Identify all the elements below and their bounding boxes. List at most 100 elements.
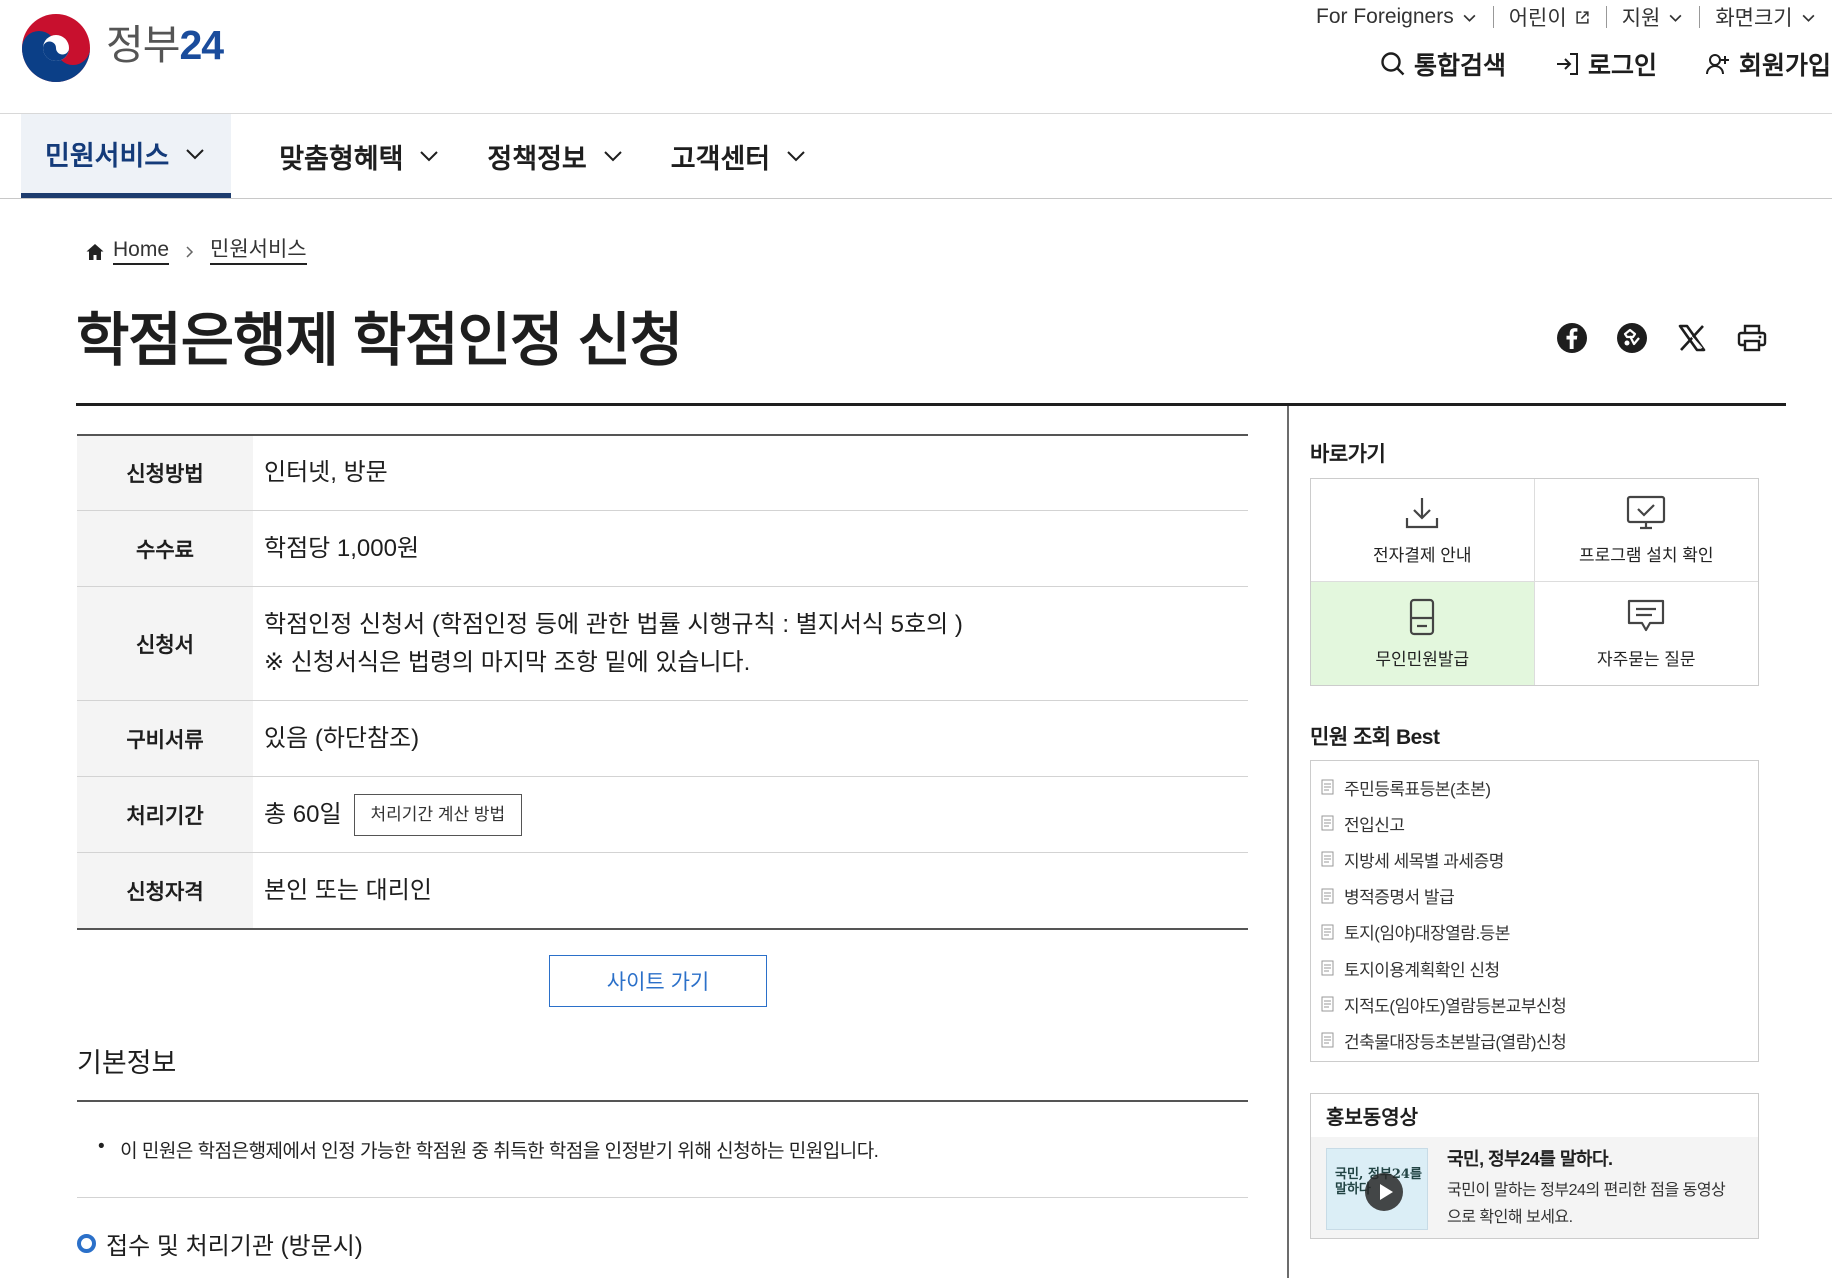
chevron-down-icon bbox=[1802, 14, 1815, 22]
screen-size-menu[interactable]: 화면크기 bbox=[1699, 2, 1815, 32]
quick-faq[interactable]: 자주묻는 질문 bbox=[1535, 582, 1759, 685]
document-icon bbox=[1321, 888, 1334, 904]
nav-custom-benefits-label: 맞춤형혜택 bbox=[279, 143, 404, 174]
list-item[interactable]: 토지(임야)대장열람.등본 bbox=[1321, 914, 1748, 950]
chevron-down-icon bbox=[1463, 14, 1476, 22]
period-value: 총 60일 bbox=[264, 800, 342, 828]
quick-epayment[interactable]: 전자결제 안내 bbox=[1311, 479, 1535, 582]
table-row: 구비서류 있음 (하단참조) bbox=[77, 701, 1248, 777]
eligibility-value: 본인 또는 대리인 bbox=[264, 876, 432, 904]
list-item[interactable]: 건축물대장등초본발급(열람)신청 bbox=[1321, 1022, 1748, 1058]
quick-program-check[interactable]: 프로그램 설치 확인 bbox=[1534, 479, 1758, 582]
fee-header: 수수료 bbox=[77, 511, 253, 586]
quick-links-grid: 전자결제 안내 프로그램 설치 확인 무인민원발급 자주묻는 질문 bbox=[1310, 478, 1759, 686]
best-item-label: 토지(임야)대장열람.등본 bbox=[1344, 924, 1510, 944]
quick-kiosk-label: 무인민원발급 bbox=[1375, 649, 1470, 669]
method-value: 인터넷, 방문 bbox=[264, 459, 388, 486]
document-icon bbox=[1321, 779, 1334, 795]
fee-value: 학점당 1,000원 bbox=[264, 534, 420, 562]
signup-button[interactable]: 회원가입 bbox=[1705, 46, 1831, 82]
document-icon bbox=[1321, 815, 1334, 831]
best-title: 민원 조회 Best bbox=[1310, 726, 1440, 749]
main-nav: 민원서비스 맞춤형혜택 정책정보 고객센터 bbox=[21, 114, 806, 198]
monitor-check-icon bbox=[1627, 495, 1666, 530]
list-item[interactable]: 지적도(임야도)열람등본교부신청 bbox=[1321, 986, 1748, 1022]
period-cell: 총 60일 처리기간 계산 방법 bbox=[253, 777, 1248, 852]
form-value: 학점인정 신청서 (학점인정 등에 관한 법률 시행규칙 : 별지서식 5호의 … bbox=[264, 610, 963, 638]
nav-civil-services[interactable]: 민원서비스 bbox=[21, 114, 232, 198]
list-item[interactable]: 토지이용계획확인 신청 bbox=[1321, 950, 1748, 986]
logo-number: 24 bbox=[179, 22, 224, 68]
list-item[interactable]: 병적증명서 발급 bbox=[1321, 878, 1748, 914]
table-row: 수수료 학점당 1,000원 bbox=[77, 511, 1248, 587]
promo-heading[interactable]: 국민, 정부24를 말하다. bbox=[1447, 1145, 1613, 1171]
best-item-label: 지방세 세목별 과세증명 bbox=[1344, 851, 1504, 871]
basic-info-title: 기본정보 bbox=[77, 1048, 177, 1078]
chevron-down-icon bbox=[604, 151, 622, 162]
for-foreigners-menu[interactable]: For Foreigners bbox=[1300, 5, 1493, 29]
period-calc-button[interactable]: 처리기간 계산 방법 bbox=[353, 793, 523, 836]
nav-custom-benefits[interactable]: 맞춤형혜택 bbox=[279, 114, 439, 198]
document-icon bbox=[1321, 924, 1334, 940]
login-icon bbox=[1557, 53, 1579, 75]
quick-faq-label: 자주묻는 질문 bbox=[1596, 649, 1696, 669]
promo-video-box: 홍보동영상 국민, 정부24를 말하다 국민, 정부24를 말하다. 국민이 말… bbox=[1310, 1093, 1759, 1239]
page-title: 학점은행제 학점인정 신청 bbox=[76, 308, 683, 373]
quick-program-check-label: 프로그램 설치 확인 bbox=[1578, 546, 1714, 565]
chevron-down-icon bbox=[186, 148, 204, 159]
for-foreigners-label: For Foreigners bbox=[1316, 5, 1454, 28]
list-item[interactable]: 주민등록표등본(초본) bbox=[1321, 769, 1748, 805]
promo-body: 국민, 정부24를 말하다 국민, 정부24를 말하다. 국민이 말하는 정부2… bbox=[1311, 1137, 1758, 1238]
print-icon[interactable] bbox=[1736, 322, 1768, 354]
document-icon bbox=[1321, 851, 1334, 867]
document-icon bbox=[1321, 996, 1334, 1012]
facebook-icon[interactable] bbox=[1556, 322, 1588, 354]
external-link-icon bbox=[1576, 10, 1589, 24]
go-to-site-button[interactable]: 사이트 가기 bbox=[549, 955, 767, 1007]
breadcrumb-home[interactable]: Home bbox=[113, 238, 170, 265]
quick-kiosk[interactable]: 무인민원발급 bbox=[1311, 582, 1535, 685]
taegeuk-logo-icon[interactable] bbox=[20, 12, 92, 84]
download-icon bbox=[1406, 498, 1439, 529]
login-button[interactable]: 로그인 bbox=[1554, 46, 1657, 82]
nav-divider bbox=[0, 198, 1832, 199]
kiosk-icon bbox=[1410, 598, 1435, 635]
copy-link-icon[interactable] bbox=[1616, 322, 1648, 354]
breadcrumb-current[interactable]: 민원서비스 bbox=[210, 238, 307, 265]
best-item-label: 토지이용계획확인 신청 bbox=[1344, 960, 1500, 980]
list-item[interactable]: 전입신고 bbox=[1321, 805, 1748, 841]
kids-link[interactable]: 어린이 bbox=[1492, 2, 1606, 32]
search-icon bbox=[1381, 52, 1405, 76]
kids-label: 어린이 bbox=[1508, 7, 1567, 30]
nav-customer-center[interactable]: 고객센터 bbox=[671, 114, 806, 198]
promo-title: 홍보동영상 bbox=[1311, 1094, 1758, 1137]
signup-label: 회원가입 bbox=[1739, 52, 1832, 80]
list-item[interactable]: 지방세 세목별 과세증명 bbox=[1321, 841, 1748, 877]
quick-epayment-label: 전자결제 안내 bbox=[1372, 546, 1472, 565]
document-icon bbox=[1321, 960, 1334, 976]
home-icon bbox=[86, 243, 104, 260]
best-item-label: 지적도(임야도)열람등본교부신청 bbox=[1344, 996, 1567, 1016]
nav-policy-info[interactable]: 정책정보 bbox=[487, 114, 622, 198]
nav-civil-services-label: 민원서비스 bbox=[45, 141, 170, 171]
faq-chat-icon bbox=[1628, 599, 1665, 631]
promo-video-thumbnail[interactable]: 국민, 정부24를 말하다 bbox=[1326, 1148, 1428, 1230]
best-item-label: 주민등록표등본(초본) bbox=[1344, 779, 1491, 799]
breadcrumb: Home 민원서비스 bbox=[85, 238, 307, 265]
logo-wordmark[interactable]: 정부24 bbox=[106, 18, 224, 72]
x-twitter-icon[interactable] bbox=[1676, 322, 1708, 354]
quick-links-title: 바로가기 bbox=[1310, 443, 1386, 466]
basic-info-item: • 이 민원은 학점은행제에서 인정 가능한 학점원 중 취득한 학점을 인정받… bbox=[98, 1136, 879, 1163]
best-item-label: 건축물대장등초본발급(열람)신청 bbox=[1344, 1032, 1567, 1052]
form-header: 신청서 bbox=[77, 587, 253, 700]
header-actions: 통합검색 로그인 회원가입 bbox=[1380, 46, 1831, 82]
column-divider bbox=[1287, 406, 1289, 1278]
service-info-table: 신청방법 인터넷, 방문 수수료 학점당 1,000원 신청서 학점인정 신청서… bbox=[77, 434, 1248, 930]
basic-info-divider bbox=[77, 1100, 1248, 1102]
integrated-search-button[interactable]: 통합검색 bbox=[1380, 46, 1506, 82]
share-toolbar bbox=[1556, 322, 1768, 354]
docs-header: 구비서류 bbox=[77, 701, 253, 776]
support-menu[interactable]: 지원 bbox=[1605, 2, 1700, 32]
table-row: 신청자격 본인 또는 대리인 bbox=[77, 853, 1248, 928]
play-icon[interactable] bbox=[1365, 1173, 1403, 1211]
